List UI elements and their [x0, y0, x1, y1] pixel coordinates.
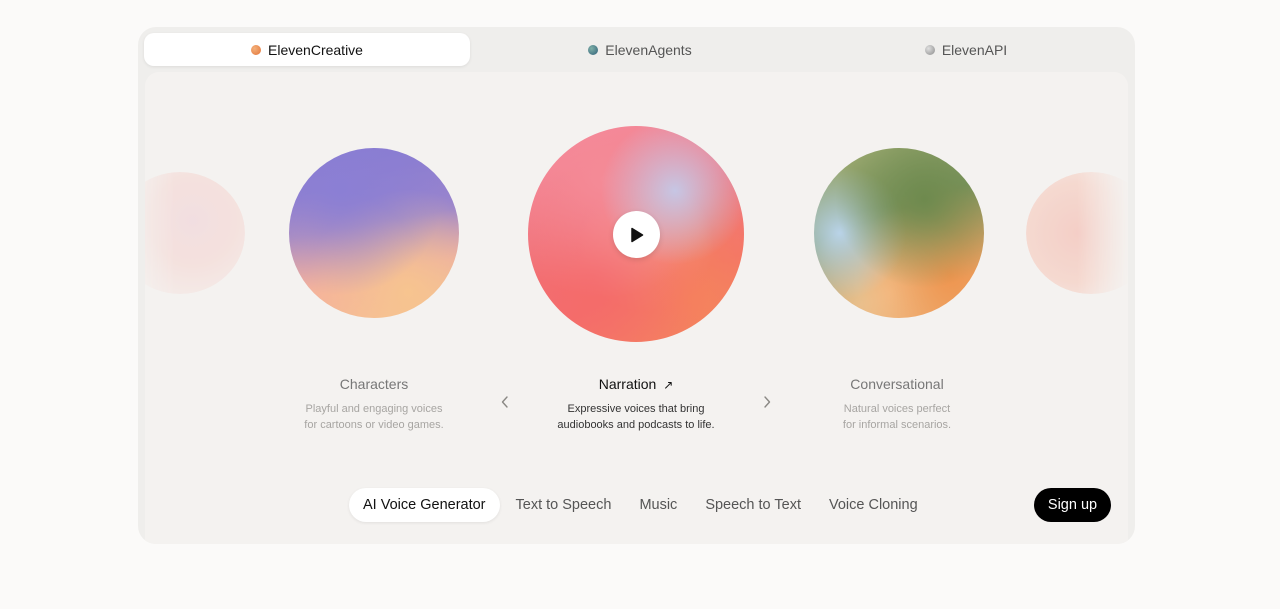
- nav-ai-voice-generator[interactable]: AI Voice Generator: [349, 488, 500, 522]
- caption-characters: Characters Playful and engaging voices f…: [264, 375, 484, 433]
- feature-nav: AI Voice Generator Text to Speech Music …: [349, 488, 932, 522]
- tab-label: ElevenAPI: [941, 41, 1008, 58]
- caption-title: Characters: [339, 376, 409, 392]
- tab-elevenapi[interactable]: ElevenAPI: [803, 33, 1129, 66]
- voice-orb-next[interactable]: [1026, 172, 1128, 294]
- orange-orb-icon: [251, 44, 262, 55]
- caption-description: Natural voices perfect for informal scen…: [842, 403, 952, 431]
- caption-narration: Narration ↗ Expressive voices that bring…: [526, 375, 746, 433]
- caption-title: Narration: [598, 376, 657, 392]
- tab-elevencreative[interactable]: ElevenCreative: [144, 33, 470, 66]
- voice-carousel: Characters Playful and engaging voices f…: [145, 72, 1128, 544]
- product-showcase-panel: ElevenCreative ElevenAgents ElevenAPI Ch…: [138, 27, 1135, 544]
- tab-elevenagents[interactable]: ElevenAgents: [477, 33, 803, 66]
- arrow-up-right-icon: ↗: [663, 378, 674, 392]
- play-icon: [630, 227, 643, 242]
- chevron-left-icon: [501, 396, 508, 408]
- teal-orb-icon: [588, 44, 599, 55]
- tab-label: ElevenCreative: [268, 41, 363, 58]
- chevron-right-icon: [764, 396, 771, 408]
- tab-label: ElevenAgents: [605, 41, 692, 58]
- caption-description: Expressive voices that bring audiobooks …: [557, 403, 715, 431]
- caption-title-link[interactable]: Narration ↗: [526, 375, 746, 393]
- gray-orb-icon: [924, 44, 935, 55]
- caption-description: Playful and engaging voices for cartoons…: [304, 403, 444, 431]
- play-button[interactable]: [613, 211, 660, 258]
- nav-speech-to-text[interactable]: Speech to Text: [691, 488, 815, 522]
- voice-orb-conversational[interactable]: [814, 148, 984, 318]
- carousel-next-button[interactable]: [757, 392, 777, 412]
- nav-music[interactable]: Music: [625, 488, 691, 522]
- nav-voice-cloning[interactable]: Voice Cloning: [815, 488, 932, 522]
- sign-up-button[interactable]: Sign up: [1034, 488, 1111, 522]
- caption-conversational: Conversational Natural voices perfect fo…: [787, 375, 1007, 433]
- voice-orb-previous[interactable]: [145, 172, 245, 294]
- voice-orb-characters[interactable]: [289, 148, 459, 318]
- product-tabs: ElevenCreative ElevenAgents ElevenAPI: [138, 27, 1135, 71]
- caption-title: Conversational: [850, 376, 944, 392]
- nav-text-to-speech[interactable]: Text to Speech: [502, 488, 626, 522]
- carousel-prev-button[interactable]: [495, 392, 515, 412]
